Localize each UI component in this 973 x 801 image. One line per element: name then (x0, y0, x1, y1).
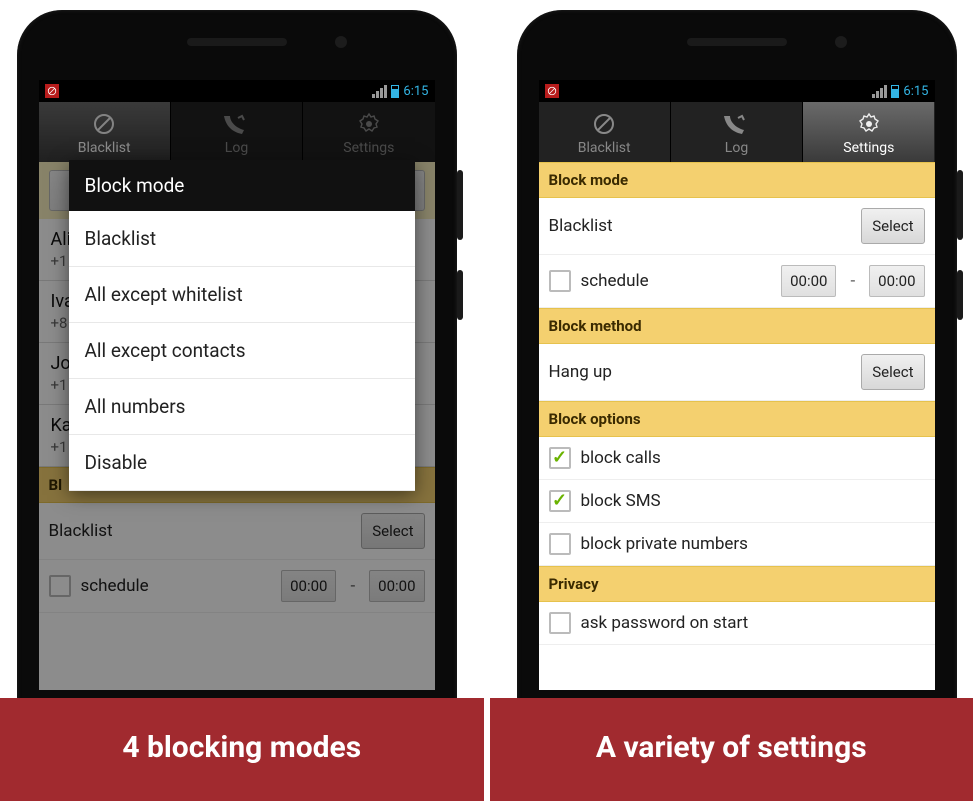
tab-label: Log (725, 140, 748, 156)
block-sms-checkbox[interactable] (549, 490, 571, 512)
option-label: ask password on start (581, 613, 925, 633)
status-time: 6:15 (403, 84, 428, 99)
status-time: 6:15 (903, 84, 928, 99)
block-mode-dialog: Block mode Blacklist All except whitelis… (69, 160, 415, 491)
battery-icon (891, 85, 899, 98)
block-calls-checkbox[interactable] (549, 447, 571, 469)
select-button[interactable]: Select (861, 354, 924, 390)
phone-frame-left: 6:15 Blacklist Log (17, 10, 457, 770)
dialog-option[interactable]: All numbers (69, 379, 415, 435)
dialog-title: Block mode (69, 160, 415, 211)
phone-frame-right: 6:15 Blacklist Log (517, 10, 957, 770)
ask-password-checkbox[interactable] (549, 612, 571, 634)
schedule-checkbox[interactable] (549, 270, 571, 292)
schedule-label: schedule (581, 271, 772, 291)
caption-left: 4 blocking modes (0, 698, 484, 801)
section-privacy: Privacy (539, 566, 935, 602)
option-label: block private numbers (581, 534, 925, 554)
tab-bar: Blacklist Log Settings (539, 102, 935, 162)
option-label: block calls (581, 448, 925, 468)
signal-icon (872, 85, 887, 98)
app-notification-icon (545, 84, 559, 98)
dialog-option[interactable]: All except whitelist (69, 267, 415, 323)
tab-settings[interactable]: Settings (803, 102, 934, 162)
time-from[interactable]: 00:00 (781, 265, 836, 297)
caption-bar: 4 blocking modes A variety of settings (0, 698, 973, 801)
dialog-option[interactable]: All except contacts (69, 323, 415, 379)
signal-icon (372, 85, 387, 98)
section-block-method: Block method (539, 308, 935, 344)
battery-icon (391, 85, 399, 98)
gear-icon (803, 110, 934, 138)
caption-right: A variety of settings (490, 698, 973, 801)
section-block-mode: Block mode (539, 162, 935, 198)
time-to[interactable]: 00:00 (869, 265, 924, 297)
log-icon (671, 110, 802, 138)
blacklist-icon (539, 110, 670, 138)
dialog-option[interactable]: Disable (69, 435, 415, 491)
time-dash: - (846, 271, 859, 291)
dialog-option[interactable]: Blacklist (69, 211, 415, 267)
app-notification-icon (45, 84, 59, 98)
block-mode-value: Blacklist (549, 216, 852, 236)
block-private-checkbox[interactable] (549, 533, 571, 555)
tab-label: Blacklist (578, 140, 631, 156)
tab-blacklist[interactable]: Blacklist (539, 102, 671, 162)
section-block-options: Block options (539, 401, 935, 437)
block-method-value: Hang up (549, 362, 852, 382)
status-bar: 6:15 (539, 80, 935, 102)
option-label: block SMS (581, 491, 925, 511)
select-button[interactable]: Select (861, 208, 924, 244)
status-bar: 6:15 (39, 80, 435, 102)
tab-label: Settings (843, 140, 894, 156)
tab-log[interactable]: Log (671, 102, 803, 162)
